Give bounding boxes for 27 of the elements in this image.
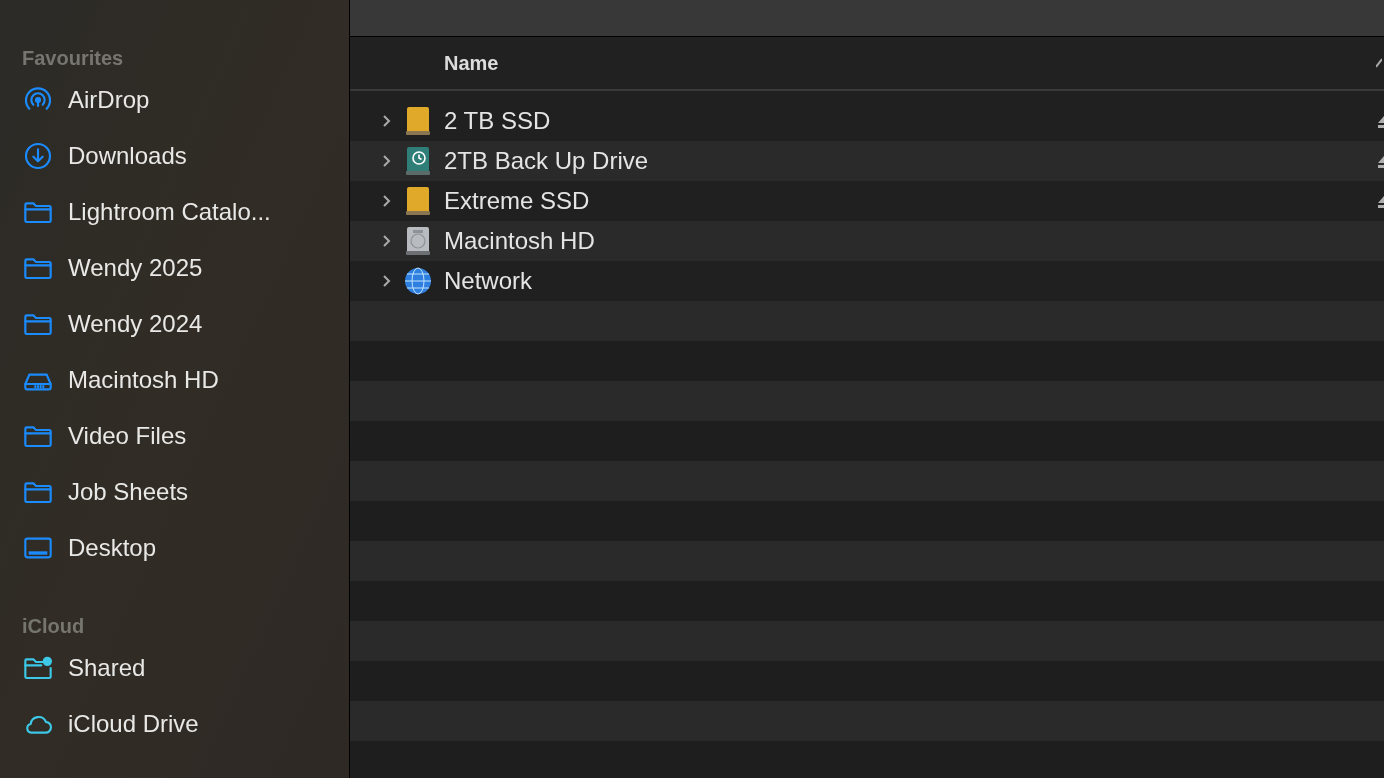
sidebar-item[interactable]: Lightroom Catalo... [22, 184, 349, 240]
hard-disk-icon [404, 226, 432, 256]
section-heading: Favourites [22, 46, 125, 71]
sidebar-item[interactable]: Downloads [22, 128, 349, 184]
sidebar-item[interactable]: Wendy 2024 [22, 296, 349, 352]
sort-caret-icon [1376, 58, 1382, 68]
sidebar-item[interactable]: AirDrop [22, 72, 349, 128]
section-heading: iCloud [22, 614, 86, 639]
file-name: 2TB Back Up Drive [444, 146, 650, 176]
file-name: Macintosh HD [444, 226, 596, 256]
sidebar-item[interactable]: Video Files [22, 408, 349, 464]
globe-icon [404, 266, 432, 296]
sidebar-item[interactable]: Macintosh HD [22, 352, 349, 408]
sidebar-item[interactable]: Wendy 2025 [22, 240, 349, 296]
file-row[interactable]: Macintosh HD [350, 221, 1384, 261]
file-name: Network [444, 266, 534, 296]
download-icon [22, 140, 54, 172]
sidebar-item[interactable]: iCloud Drive [22, 696, 349, 752]
sidebar-item[interactable]: Shared [22, 640, 349, 696]
sidebar-item[interactable]: Desktop [22, 520, 349, 576]
file-name: Extreme SSD [444, 186, 591, 216]
external-drive-icon [404, 106, 432, 136]
external-drive-icon [404, 186, 432, 216]
sidebar-item[interactable]: Job Sheets [22, 464, 349, 520]
backup-drive-icon [404, 146, 432, 176]
file-row[interactable]: 2TB Back Up Drive [350, 141, 1384, 181]
file-name: 2 TB SSD [444, 106, 552, 136]
